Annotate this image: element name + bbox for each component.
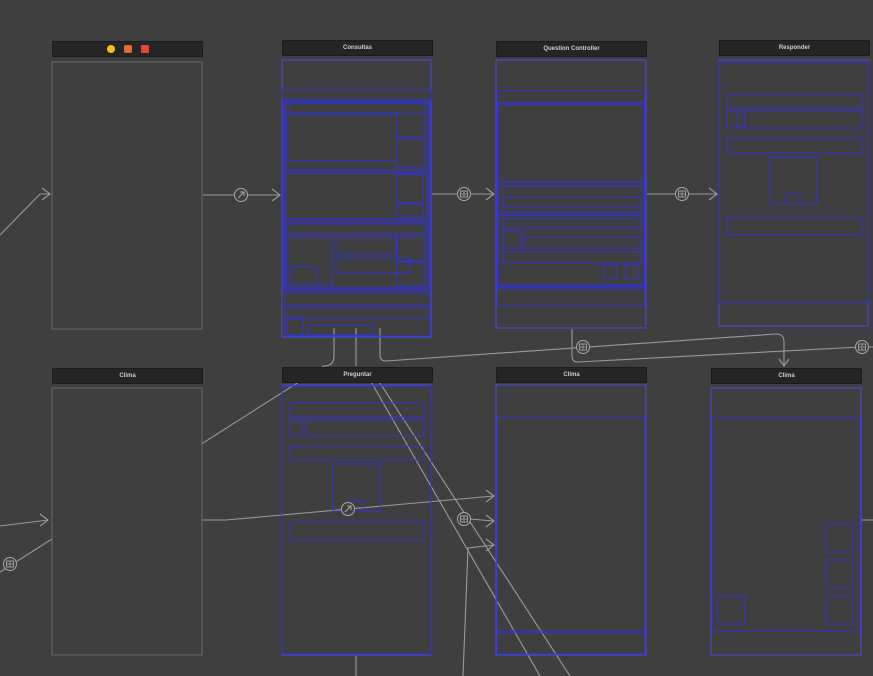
cell-image bbox=[289, 266, 318, 286]
question-label bbox=[726, 94, 863, 109]
exit-icon[interactable] bbox=[123, 45, 132, 53]
scene-title-responder[interactable]: Responder bbox=[719, 40, 870, 56]
scene-frame bbox=[51, 61, 203, 330]
cell-image bbox=[286, 236, 333, 286]
overlay-button[interactable] bbox=[825, 523, 854, 553]
scene-responder[interactable] bbox=[718, 59, 869, 327]
cell-label bbox=[286, 223, 427, 235]
toolbar[interactable] bbox=[284, 317, 431, 337]
table-cell[interactable] bbox=[497, 185, 645, 213]
push-segue-icon[interactable] bbox=[576, 340, 590, 354]
scene-frame bbox=[495, 59, 647, 329]
toolbar-item[interactable] bbox=[307, 324, 375, 336]
cell-label bbox=[502, 218, 641, 229]
table-view bbox=[496, 103, 646, 288]
scene-title-clima-1[interactable]: Clima bbox=[52, 368, 203, 384]
overlay-button[interactable] bbox=[825, 559, 854, 589]
scene-clima-1[interactable] bbox=[51, 387, 203, 656]
scene-title-question-controller[interactable]: Question Controller bbox=[496, 41, 647, 57]
scene-title-clima-2[interactable]: Clima bbox=[496, 367, 647, 383]
answer-field[interactable] bbox=[726, 137, 863, 154]
segue-line-to-clima2-c[interactable] bbox=[462, 544, 495, 676]
scene-title-consultas[interactable]: Consultas bbox=[282, 40, 433, 56]
image-view bbox=[769, 156, 818, 205]
push-segue-icon[interactable] bbox=[855, 340, 869, 354]
text-field[interactable] bbox=[726, 110, 863, 129]
relationship-segue-icon[interactable] bbox=[3, 557, 17, 571]
cell-label bbox=[335, 236, 397, 255]
scene-frame bbox=[710, 387, 862, 656]
answer-field[interactable] bbox=[289, 445, 425, 461]
scene-preguntar[interactable] bbox=[281, 384, 432, 656]
table-cell[interactable] bbox=[284, 172, 429, 220]
segue-line-consultas-to-preguntar-a[interactable] bbox=[323, 328, 335, 367]
cell-image bbox=[396, 112, 425, 138]
cell-label bbox=[396, 203, 424, 217]
segue-line-preguntar-down-b[interactable] bbox=[377, 379, 571, 676]
small-button[interactable] bbox=[785, 193, 801, 205]
image-view bbox=[332, 463, 381, 512]
cell-label bbox=[502, 196, 641, 208]
relationship-segue-icon[interactable] bbox=[457, 512, 471, 526]
storyboard-canvas[interactable] bbox=[0, 0, 873, 676]
overlay-button[interactable] bbox=[717, 595, 746, 625]
submit-field[interactable] bbox=[726, 217, 863, 236]
cell-image bbox=[396, 138, 425, 168]
scene-frame bbox=[718, 59, 869, 327]
question-label bbox=[289, 402, 425, 418]
checkbox-icon[interactable] bbox=[736, 113, 746, 127]
content-view bbox=[718, 61, 869, 304]
scene-clima-2[interactable] bbox=[495, 384, 647, 656]
toolbar-item[interactable] bbox=[286, 318, 304, 336]
scene-question-controller[interactable] bbox=[495, 59, 647, 329]
table-cell[interactable] bbox=[284, 101, 429, 171]
cell-content bbox=[289, 102, 425, 114]
footer-view bbox=[496, 288, 646, 306]
navigation-bar bbox=[281, 89, 432, 101]
scene-frame bbox=[495, 384, 647, 656]
show-segue-icon[interactable] bbox=[341, 502, 355, 516]
push-segue-icon[interactable] bbox=[457, 187, 471, 201]
map-view bbox=[496, 416, 646, 632]
content-view bbox=[281, 385, 432, 655]
cell-image bbox=[502, 230, 522, 249]
bottom-bar bbox=[496, 632, 646, 655]
cell-button[interactable] bbox=[396, 236, 425, 262]
scene-frame bbox=[281, 384, 432, 656]
show-segue-icon[interactable] bbox=[234, 188, 248, 202]
cell-label bbox=[286, 114, 398, 162]
first-responder-icon[interactable] bbox=[106, 45, 115, 53]
scene-view-controller[interactable] bbox=[51, 61, 203, 330]
scene-dock bbox=[53, 42, 202, 56]
scene-frame bbox=[51, 387, 203, 656]
submit-field[interactable] bbox=[289, 521, 425, 541]
header-view bbox=[497, 103, 645, 183]
segue-line-to-clima2-b[interactable] bbox=[469, 518, 495, 522]
scene-clima-3[interactable] bbox=[710, 387, 862, 656]
checkbox-icon[interactable] bbox=[289, 419, 303, 437]
scene-consultas[interactable] bbox=[281, 59, 432, 338]
footer-view bbox=[284, 307, 431, 319]
view-controller-icon[interactable] bbox=[140, 45, 149, 53]
scene-title-preguntar[interactable]: Preguntar bbox=[282, 367, 433, 383]
table-cell[interactable] bbox=[497, 214, 645, 286]
navigation-bar bbox=[496, 90, 646, 104]
cell-label bbox=[523, 236, 641, 249]
overlay-button[interactable] bbox=[825, 595, 854, 625]
cell-image bbox=[396, 174, 424, 204]
footer-view bbox=[284, 292, 431, 306]
text-field[interactable] bbox=[305, 419, 425, 437]
scene-title-clima-3[interactable]: Clima bbox=[711, 368, 862, 384]
segue-line-preguntar-down-a[interactable] bbox=[369, 379, 541, 676]
cell-button[interactable] bbox=[603, 264, 618, 280]
cell-label bbox=[335, 257, 411, 274]
push-segue-icon[interactable] bbox=[675, 187, 689, 201]
table-cell[interactable] bbox=[284, 221, 429, 289]
cell-button[interactable] bbox=[624, 264, 639, 280]
cell-label bbox=[502, 251, 641, 264]
scene-title-view-controller[interactable] bbox=[52, 41, 203, 57]
